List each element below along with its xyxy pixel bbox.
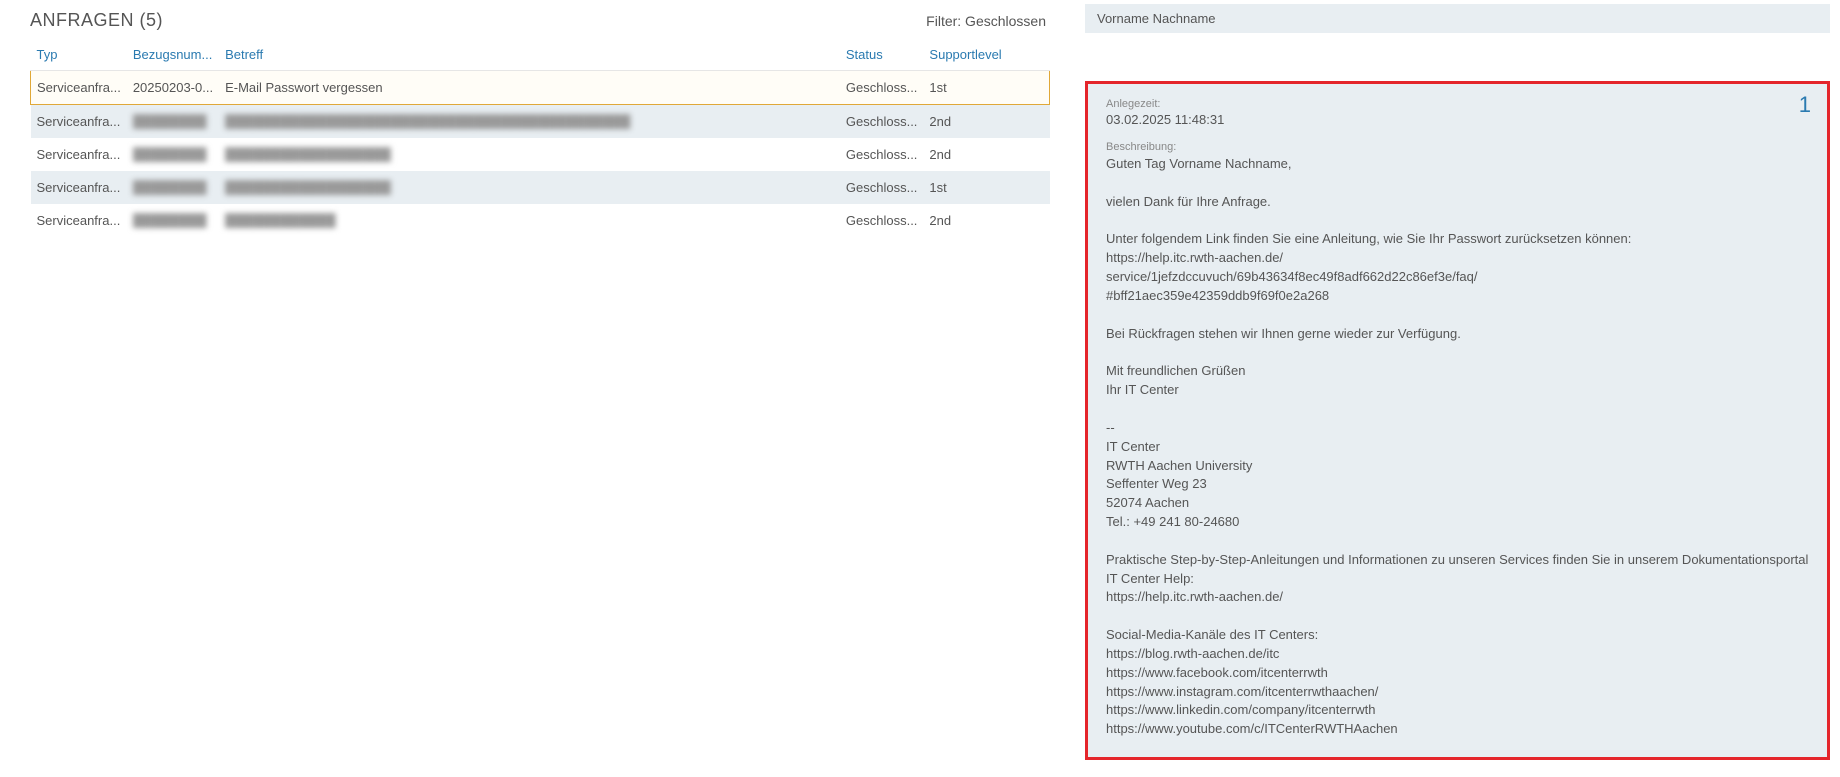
cell-ref: 20250203-0... [127,71,219,105]
cell-subject: ██████████████████ [219,171,840,204]
cell-typ: Serviceanfra... [31,138,127,171]
cell-level: 2nd [923,204,1049,237]
cell-status: Geschloss... [840,138,924,171]
cell-subject: E-Mail Passwort vergessen [219,71,840,105]
detail-panel: 1 Anlegezeit: 03.02.2025 11:48:31 Beschr… [1085,81,1830,760]
cell-status: Geschloss... [840,105,924,139]
col-header-subject[interactable]: Betreff [219,39,840,71]
cell-level: 1st [923,71,1049,105]
desc-label: Beschreibung: [1106,141,1809,153]
col-header-level[interactable]: Supportlevel [923,39,1049,71]
created-label: Anlegezeit: [1106,98,1809,110]
col-header-status[interactable]: Status [840,39,924,71]
filter-label[interactable]: Filter: Geschlossen [926,13,1050,29]
page-title: ANFRAGEN (5) [30,10,163,31]
table-row[interactable]: Serviceanfra...█████████████████████████… [31,171,1050,204]
cell-typ: Serviceanfra... [31,204,127,237]
cell-subject: ██████████████████ [219,138,840,171]
cell-ref: ████████ [127,105,219,139]
detail-number: 1 [1799,92,1811,118]
cell-ref: ████████ [127,204,219,237]
cell-ref: ████████ [127,171,219,204]
col-header-typ[interactable]: Typ [31,39,127,71]
cell-typ: Serviceanfra... [31,105,127,139]
table-row[interactable]: Serviceanfra...20250203-0...E-Mail Passw… [31,71,1050,105]
cell-status: Geschloss... [840,71,924,105]
cell-status: Geschloss... [840,171,924,204]
table-row[interactable]: Serviceanfra...████████████████████Gesch… [31,204,1050,237]
cell-level: 2nd [923,138,1049,171]
cell-level: 1st [923,171,1049,204]
table-row[interactable]: Serviceanfra...█████████████████████████… [31,105,1050,139]
detail-body: Guten Tag Vorname Nachname, vielen Dank … [1106,155,1809,739]
cell-subject: ████████████ [219,204,840,237]
table-row[interactable]: Serviceanfra...█████████████████████████… [31,138,1050,171]
cell-typ: Serviceanfra... [31,171,127,204]
cell-ref: ████████ [127,138,219,171]
created-value: 03.02.2025 11:48:31 [1106,112,1809,127]
cell-status: Geschloss... [840,204,924,237]
user-name-bar: Vorname Nachname [1085,4,1830,33]
cell-subject: ████████████████████████████████████████… [219,105,840,139]
requests-table: Typ Bezugsnum... Betreff Status Supportl… [30,39,1050,237]
cell-typ: Serviceanfra... [31,71,127,105]
col-header-ref[interactable]: Bezugsnum... [127,39,219,71]
cell-level: 2nd [923,105,1049,139]
